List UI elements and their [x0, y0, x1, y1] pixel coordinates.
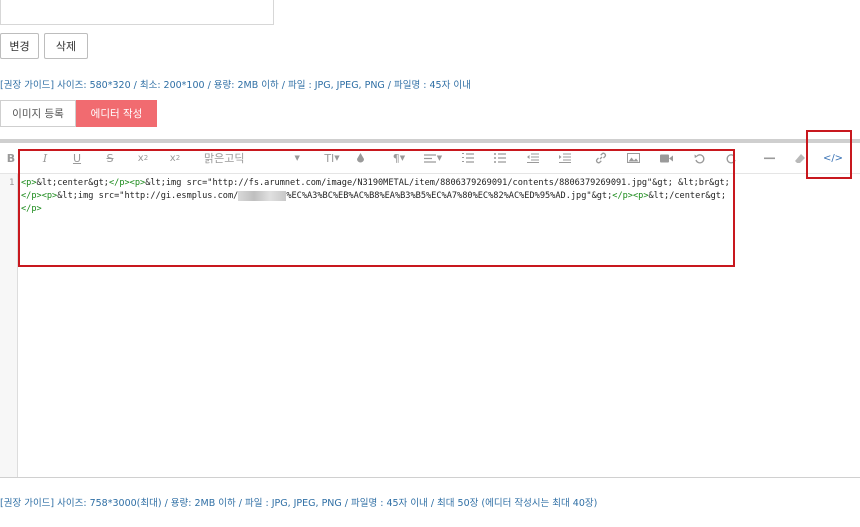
tab-editor-write[interactable]: 에디터 작성: [76, 100, 157, 127]
change-button[interactable]: 변경: [0, 33, 39, 59]
eraser-icon[interactable]: [793, 143, 807, 173]
content-tabs: 이미지 등록 에디터 작성: [0, 100, 157, 127]
bottom-guide-text: [권장 가이드] 사이즈: 758*3000(최대) / 용량: 2MB 이하 …: [0, 498, 598, 509]
highlight-box-code-view: [806, 130, 852, 179]
delete-button[interactable]: 삭제: [44, 33, 88, 59]
horizontal-rule-icon[interactable]: [762, 143, 776, 173]
line-number-gutter: [0, 174, 18, 477]
line-number: 1: [9, 178, 15, 188]
bold-icon[interactable]: B: [4, 143, 18, 173]
editor-bottom-border: [0, 477, 860, 478]
top-guide-text: [권장 가이드] 사이즈: 580*320 / 최소: 200*100 / 용량…: [0, 80, 471, 91]
top-text-field[interactable]: [0, 0, 274, 25]
tab-image-register[interactable]: 이미지 등록: [0, 100, 76, 127]
highlight-box-code: [18, 149, 735, 267]
